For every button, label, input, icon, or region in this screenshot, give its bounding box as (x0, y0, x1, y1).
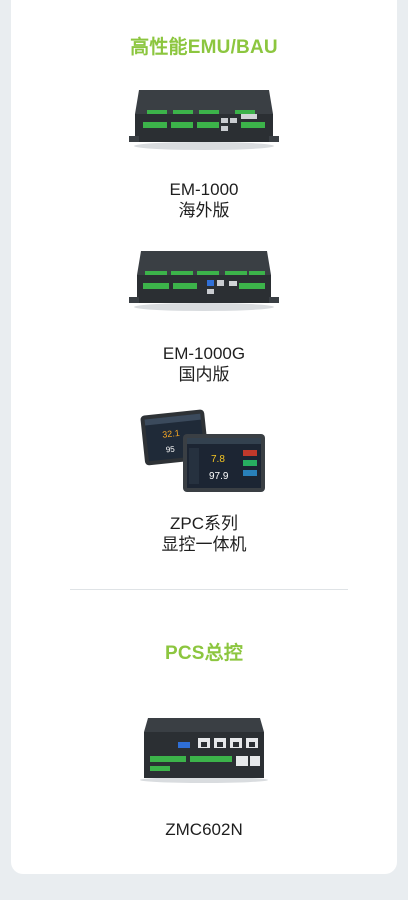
zpc-screen-value-4: 97.9 (209, 471, 229, 482)
section-title-pcs: PCS总控 (164, 643, 244, 664)
product-zpc-series[interactable]: 32.1 95 7.8 97.9 ZPC系列 显控一体机 (11, 404, 397, 564)
section-divider (70, 589, 348, 590)
em-1000g-image (129, 243, 279, 313)
zpc-screen-value-2: 95 (165, 444, 175, 454)
product-name: EM-1000G (162, 344, 246, 363)
product-name: EM-1000 (169, 180, 239, 199)
product-em-1000g[interactable]: EM-1000G 国内版 (11, 240, 397, 390)
product-card: 高性能EMU/BAU EM-1000 海外版 EM-1000G 国内版 32.1… (11, 0, 397, 874)
product-name: ZMC602N (165, 820, 243, 839)
zpc-screen-value-3: 7.8 (211, 454, 225, 465)
zpc-screen-value-1: 32.1 (162, 428, 180, 440)
product-subtitle: 国内版 (178, 365, 230, 384)
product-em-1000[interactable]: EM-1000 海外版 (11, 75, 397, 225)
em-1000-image (129, 80, 279, 152)
product-subtitle: 海外版 (178, 201, 230, 220)
product-subtitle: 显控一体机 (161, 535, 247, 554)
product-name: ZPC系列 (170, 514, 238, 533)
section-title-emu-bau: 高性能EMU/BAU (130, 37, 278, 58)
product-zmc602n[interactable]: ZMC602N (11, 712, 397, 842)
zpc-image: 32.1 95 7.8 97.9 (139, 406, 269, 496)
zmc602n-image (134, 714, 274, 784)
